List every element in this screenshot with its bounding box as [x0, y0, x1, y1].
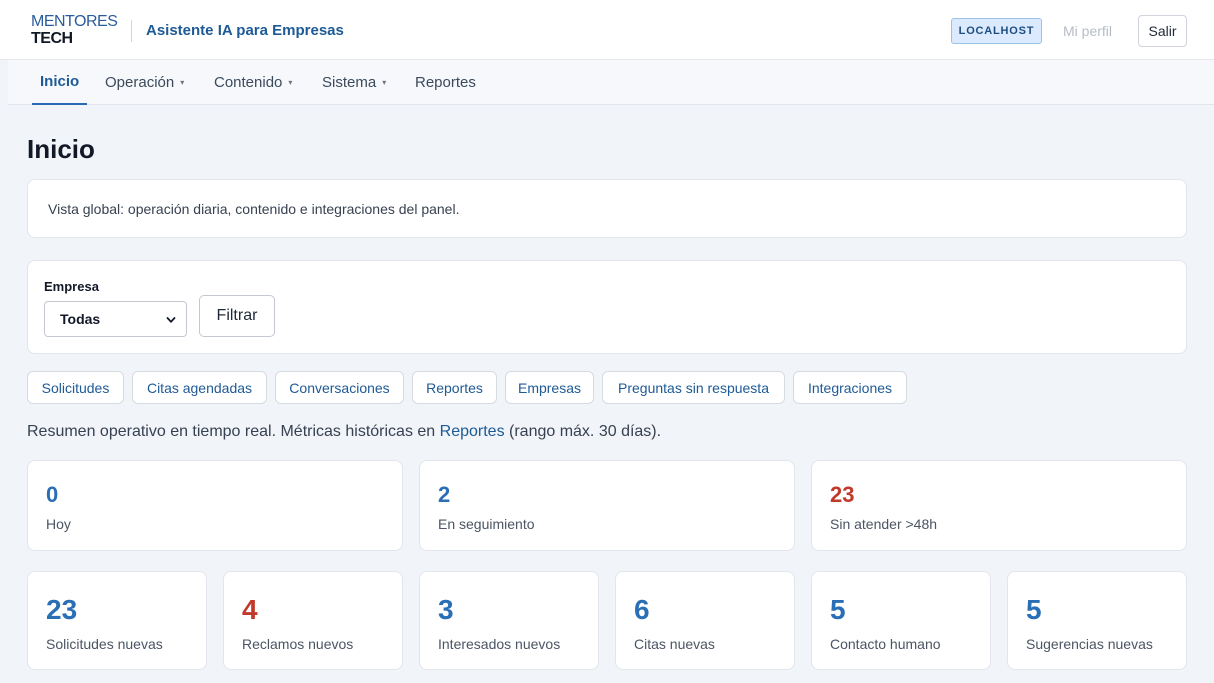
- metric-label: Citas nuevas: [634, 636, 715, 652]
- metric-value: 0: [46, 482, 59, 507]
- quick-link-solicitudes[interactable]: Solicitudes: [27, 371, 124, 404]
- metric-label: Contacto humano: [830, 636, 941, 652]
- intro-text: Vista global: operación diaria, contenid…: [48, 201, 460, 217]
- environment-badge: LOCALHOST: [951, 18, 1042, 44]
- nav-item-sistema[interactable]: Sistema ▾: [322, 60, 386, 105]
- metric-label: Solicitudes nuevas: [46, 636, 163, 652]
- metric-card-hoy[interactable]: 0 Hoy: [27, 460, 403, 551]
- metric-card-reclamos-nuevos[interactable]: 4 Reclamos nuevos: [223, 571, 403, 670]
- logout-button[interactable]: Salir: [1138, 15, 1187, 47]
- page-title: Inicio: [27, 134, 95, 164]
- metric-card-interesados-nuevos[interactable]: 3 Interesados nuevos: [419, 571, 599, 670]
- metric-card-sin-atender[interactable]: 23 Sin atender >48h: [811, 460, 1187, 551]
- logo-line-1: MENTORES: [31, 13, 118, 30]
- metric-value: 4: [242, 594, 258, 625]
- metric-label: Hoy: [46, 516, 71, 532]
- caret-down-icon: ▾: [288, 78, 293, 87]
- metric-label: Sugerencias nuevas: [1026, 636, 1153, 652]
- logo-line-2: TECH: [31, 30, 73, 47]
- metric-value: 2: [438, 482, 451, 507]
- nav-item-label: Sistema: [322, 74, 377, 91]
- quick-link-reportes[interactable]: Reportes: [412, 371, 497, 404]
- quick-link-conversaciones[interactable]: Conversaciones: [275, 371, 404, 404]
- nav-item-label: Inicio: [40, 73, 80, 90]
- header-divider: [131, 20, 132, 42]
- metric-label: En seguimiento: [438, 516, 535, 532]
- nav-item-label: Reportes: [415, 74, 476, 91]
- quick-link-empresas[interactable]: Empresas: [505, 371, 594, 404]
- metric-value: 5: [830, 594, 846, 625]
- metric-card-citas-nuevas[interactable]: 6 Citas nuevas: [615, 571, 795, 670]
- caret-down-icon: ▾: [180, 78, 185, 87]
- company-select[interactable]: Todas: [44, 301, 187, 337]
- filter-button[interactable]: Filtrar: [199, 295, 275, 337]
- nav-item-contenido[interactable]: Contenido ▾: [214, 60, 292, 105]
- metric-value: 23: [46, 594, 78, 625]
- caret-down-icon: ▾: [382, 78, 387, 87]
- metric-card-contacto-humano[interactable]: 5 Contacto humano: [811, 571, 991, 670]
- company-select-value: Todas: [60, 311, 101, 327]
- nav-item-inicio[interactable]: Inicio: [32, 60, 88, 105]
- app-title: Asistente IA para Empresas: [146, 22, 344, 39]
- metric-label: Sin atender >48h: [830, 516, 938, 532]
- brand-logo[interactable]: MENTORES TECH: [31, 13, 118, 47]
- quick-link-integraciones[interactable]: Integraciones: [793, 371, 907, 404]
- metric-card-sugerencias-nuevas[interactable]: 5 Sugerencias nuevas: [1007, 571, 1187, 670]
- filter-card: Empresa Todas Filtrar: [27, 260, 1187, 354]
- metric-value: 23: [830, 482, 855, 507]
- intro-card: Vista global: operación diaria, contenid…: [27, 179, 1187, 238]
- metric-label: Interesados nuevos: [438, 636, 561, 652]
- nav-item-reportes[interactable]: Reportes: [415, 60, 476, 105]
- summary-text: Resumen operativo en tiempo real. Métric…: [27, 423, 661, 441]
- quick-link-citas-agendadas[interactable]: Citas agendadas: [132, 371, 267, 404]
- chevron-down-icon: [166, 317, 176, 323]
- nav-item-label: Contenido: [214, 74, 283, 91]
- nav-item-label: Operación: [105, 74, 175, 91]
- metric-value: 3: [438, 594, 454, 625]
- summary-reportes-link[interactable]: Reportes: [440, 423, 505, 440]
- metric-label: Reclamos nuevos: [242, 636, 354, 652]
- metric-value: 5: [1026, 594, 1042, 625]
- summary-text-after: (rango máx. 30 días).: [504, 423, 662, 440]
- metric-value: 6: [634, 594, 650, 625]
- main-nav: Inicio Operación ▾ Contenido ▾ Sistema ▾…: [8, 60, 1214, 105]
- metric-card-en-seguimiento[interactable]: 2 En seguimiento: [419, 460, 795, 551]
- nav-item-operacion[interactable]: Operación ▾: [105, 60, 184, 105]
- profile-link[interactable]: Mi perfil: [1063, 23, 1112, 39]
- quick-link-preguntas-sin-respuesta[interactable]: Preguntas sin respuesta: [602, 371, 785, 404]
- top-bar: MENTORES TECH Asistente IA para Empresas…: [0, 0, 1214, 60]
- metric-card-solicitudes-nuevas[interactable]: 23 Solicitudes nuevas: [27, 571, 207, 670]
- company-filter-label: Empresa: [44, 279, 99, 294]
- summary-text-before: Resumen operativo en tiempo real. Métric…: [27, 423, 440, 440]
